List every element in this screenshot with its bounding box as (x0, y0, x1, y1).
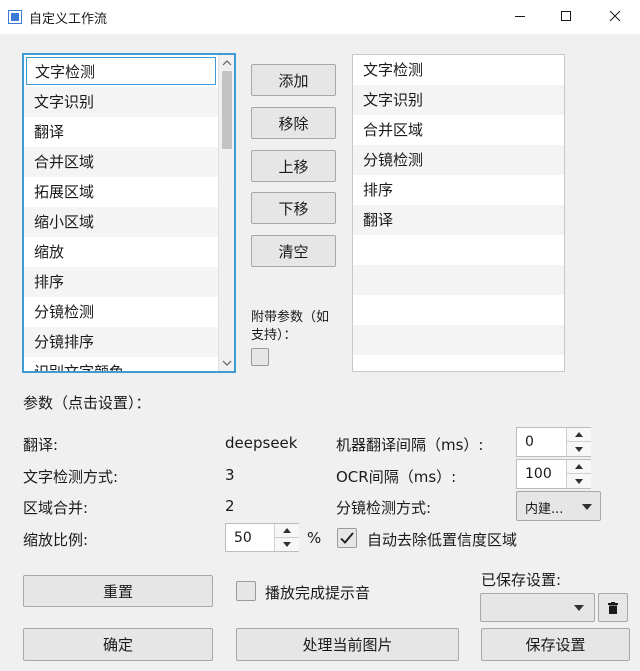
panel-detect-value: 内建... (525, 502, 564, 517)
panel-detect-dropdown[interactable]: 内建... (516, 491, 601, 521)
remove-low-conf-checkbox[interactable] (337, 528, 357, 548)
checkmark-icon (340, 532, 354, 544)
confirm-button[interactable]: 确定 (23, 628, 213, 661)
translate-value[interactable]: deepseek (225, 434, 297, 452)
spin-down-button[interactable] (275, 537, 299, 551)
params-heading: 参数（点击设置）： (23, 394, 151, 412)
list-item[interactable]: 缩放 (24, 237, 218, 267)
process-current-image-button[interactable]: 处理当前图片 (236, 628, 459, 661)
panel-detect-label: 分镜检测方式: (336, 499, 432, 517)
list-item[interactable]: 分镜检测 (24, 297, 218, 327)
spin-down-button[interactable] (567, 474, 591, 488)
list-item[interactable]: 排序 (353, 175, 564, 205)
chevron-down-icon (582, 504, 592, 510)
list-item[interactable]: 文字检测 (353, 55, 564, 85)
scrollbar-thumb[interactable] (222, 71, 232, 149)
list-item[interactable]: 拓展区域 (24, 177, 218, 207)
text-detect-value[interactable]: 3 (225, 466, 235, 484)
list-item[interactable]: 翻译 (353, 205, 564, 235)
ocr-interval-value[interactable]: 100 (525, 460, 552, 488)
empty-row (353, 325, 564, 355)
remove-low-conf-label: 自动去除低置信度区域 (367, 531, 518, 549)
list-item[interactable]: 合并区域 (24, 147, 218, 177)
delete-saved-button[interactable] (598, 593, 628, 622)
empty-row (353, 295, 564, 325)
region-merge-value[interactable]: 2 (225, 497, 235, 515)
spin-up-button[interactable] (275, 524, 299, 538)
app-icon (8, 10, 22, 24)
scale-label: 缩放比例: (23, 531, 89, 549)
maximize-icon (561, 11, 571, 21)
list-item[interactable]: 识别文字颜色 (24, 357, 218, 371)
caret-down-icon (575, 478, 583, 484)
reset-button[interactable]: 重置 (23, 575, 213, 607)
add-button[interactable]: 添加 (251, 64, 336, 96)
window-title: 自定义工作流 (29, 12, 108, 27)
spin-down-button[interactable] (567, 442, 591, 456)
spin-up-button[interactable] (567, 428, 591, 442)
caret-down-icon (283, 541, 291, 547)
list-scrollbar[interactable] (218, 55, 234, 371)
chevron-down-icon (574, 605, 584, 611)
trash-icon (608, 601, 618, 614)
available-steps-list[interactable]: 文字检测 文字识别 翻译 合并区域 拓展区域 缩小区域 缩放 排序 分镜检测 分… (22, 53, 236, 373)
saved-settings-label: 已保存设置: (481, 571, 562, 589)
maximize-button[interactable] (543, 0, 589, 32)
list-item[interactable]: 缩小区域 (24, 207, 218, 237)
text-detect-label: 文字检测方式: (23, 468, 119, 486)
scroll-down-icon[interactable] (222, 359, 232, 367)
spin-up-button[interactable] (567, 460, 591, 474)
sound-label: 播放完成提示音 (265, 584, 371, 602)
list-item[interactable]: 排序 (24, 267, 218, 297)
move-down-button[interactable]: 下移 (251, 192, 336, 224)
list-item[interactable]: 分镜检测 (353, 145, 564, 175)
remove-button[interactable]: 移除 (251, 107, 336, 139)
scale-spinbox[interactable]: 50 (225, 523, 299, 552)
scroll-up-icon[interactable] (222, 59, 232, 67)
extra-params-checkbox[interactable] (251, 348, 269, 366)
move-up-button[interactable]: 上移 (251, 150, 336, 182)
list-item[interactable]: 文字检测 (26, 57, 216, 85)
empty-row (353, 235, 564, 265)
ocr-interval-spinbox[interactable]: 100 (516, 459, 591, 489)
empty-row (353, 265, 564, 295)
mt-interval-value[interactable]: 0 (525, 428, 534, 456)
clear-button[interactable]: 清空 (251, 235, 336, 267)
caret-down-icon (575, 446, 583, 452)
list-item[interactable]: 文字识别 (24, 87, 218, 117)
minimize-button[interactable] (497, 0, 543, 32)
list-item[interactable]: 合并区域 (353, 115, 564, 145)
list-item[interactable]: 文字识别 (353, 85, 564, 115)
extra-params-label: 附带参数（如支持）： (251, 310, 330, 343)
caret-up-icon (283, 527, 291, 533)
region-merge-label: 区域合并: (23, 499, 89, 517)
close-icon (609, 10, 621, 22)
translate-label: 翻译: (23, 436, 59, 454)
title-bar: 自定义工作流 (0, 0, 640, 34)
minimize-icon (515, 16, 525, 17)
list-item[interactable]: 分镜排序 (24, 327, 218, 357)
sound-checkbox[interactable] (236, 581, 256, 601)
saved-settings-dropdown[interactable] (480, 593, 595, 622)
list-item[interactable]: 翻译 (24, 117, 218, 147)
selected-steps-list[interactable]: 文字检测 文字识别 合并区域 分镜检测 排序 翻译 (352, 54, 565, 372)
ocr-interval-label: OCR间隔（ms）: (336, 468, 457, 486)
save-settings-button[interactable]: 保存设置 (481, 628, 630, 661)
mt-interval-label: 机器翻译间隔（ms）: (336, 436, 484, 454)
close-button[interactable] (592, 0, 638, 32)
scale-value[interactable]: 50 (234, 524, 252, 551)
mt-interval-spinbox[interactable]: 0 (516, 427, 591, 457)
caret-up-icon (575, 432, 583, 437)
scale-unit: % (307, 529, 322, 547)
caret-up-icon (575, 464, 583, 469)
